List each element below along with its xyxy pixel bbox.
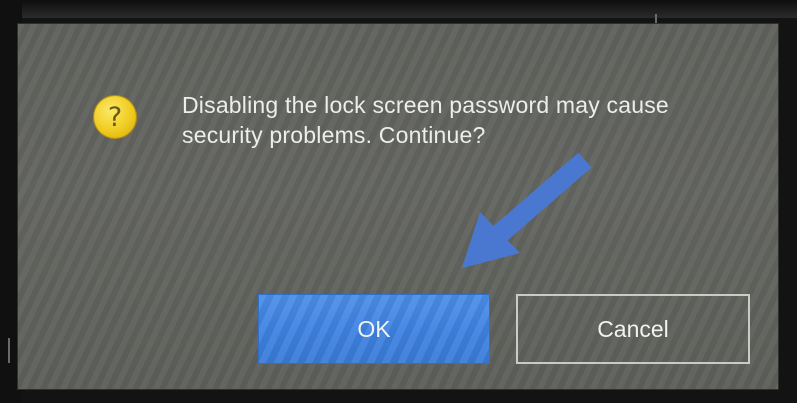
dialog-message: Disabling the lock screen password may c… xyxy=(182,92,669,148)
ok-button-label: OK xyxy=(357,315,391,342)
background-divider-line xyxy=(8,338,10,363)
question-mark-glyph: ? xyxy=(107,101,123,133)
question-icon: ? xyxy=(94,96,136,138)
confirmation-dialog: ? Disabling the lock screen password may… xyxy=(18,24,778,389)
cancel-button-label: Cancel xyxy=(597,315,669,342)
screen-background: ? Disabling the lock screen password may… xyxy=(0,0,797,403)
arrow-pointer-icon xyxy=(462,152,592,268)
ok-button[interactable]: OK xyxy=(258,294,490,364)
background-top-edge xyxy=(0,0,797,18)
cancel-button[interactable]: Cancel xyxy=(516,294,750,364)
